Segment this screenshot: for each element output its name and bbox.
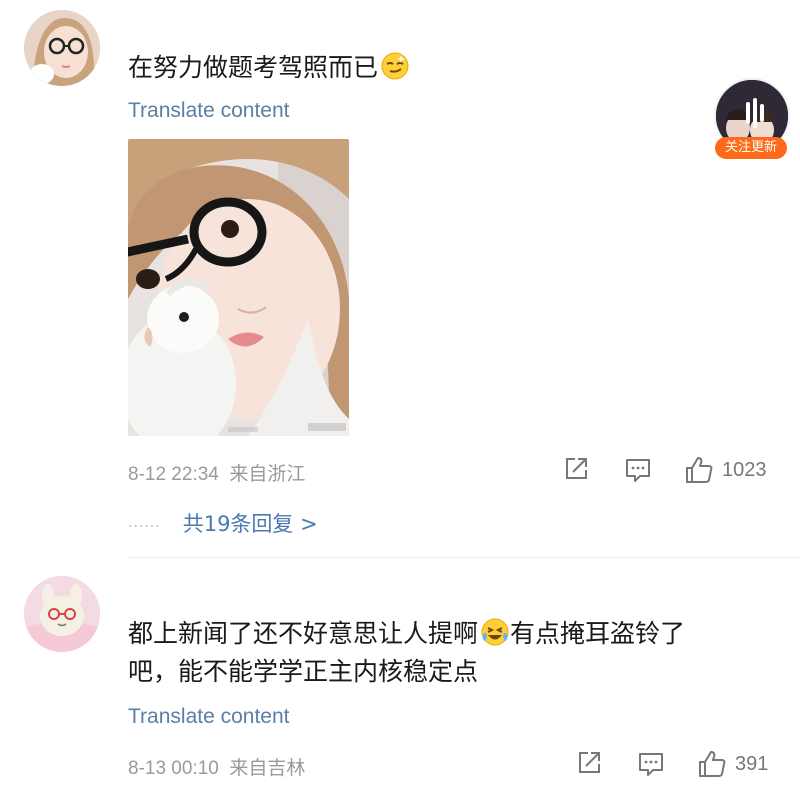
commenter-avatar[interactable] bbox=[24, 576, 100, 652]
like-button[interactable]: 391 bbox=[697, 749, 768, 779]
comment-divider bbox=[128, 557, 800, 558]
smirk-emoji-icon bbox=[381, 52, 409, 80]
location: 来自浙江 bbox=[229, 464, 306, 485]
comment-meta: 8-13 00:10 来自吉林 bbox=[128, 753, 305, 780]
comment-icon bbox=[639, 753, 663, 776]
comment-icon bbox=[626, 459, 650, 482]
replies-dots: ...... bbox=[128, 515, 161, 531]
share-button[interactable] bbox=[576, 750, 602, 776]
like-count: 391 bbox=[735, 752, 769, 775]
translate-link[interactable]: Translate content bbox=[128, 99, 289, 123]
view-replies-link[interactable]: ...... 共19条回复 > bbox=[128, 508, 318, 538]
commenter-avatar[interactable] bbox=[24, 10, 100, 86]
comment-button[interactable] bbox=[637, 750, 665, 778]
timestamp: 8-12 22:34 bbox=[128, 464, 219, 485]
follow-update-widget[interactable]: 关注更新 bbox=[714, 78, 790, 162]
share-icon bbox=[579, 752, 600, 773]
laughing-crying-emoji-icon bbox=[481, 618, 509, 646]
translate-link[interactable]: Translate content bbox=[128, 705, 289, 729]
timestamp: 8-13 00:10 bbox=[128, 758, 219, 779]
follow-update-badge[interactable]: 关注更新 bbox=[715, 137, 787, 159]
comment-text: 都上新闻了还不好意思让人提啊 有点掩耳盗铃了 吧，能不能学学正主内核稳定点 bbox=[128, 618, 686, 686]
like-button[interactable]: 1023 bbox=[684, 455, 767, 485]
comment-photo[interactable] bbox=[128, 139, 349, 436]
replies-label: 共19条回复 > bbox=[182, 512, 318, 536]
location: 来自吉林 bbox=[229, 758, 306, 779]
comment-meta: 8-12 22:34 来自浙江 bbox=[128, 459, 305, 486]
share-icon bbox=[566, 458, 587, 479]
comment-text: 在努力做题考驾照而已 bbox=[128, 49, 410, 87]
like-count: 1023 bbox=[722, 458, 767, 481]
share-button[interactable] bbox=[563, 456, 589, 482]
thumbs-up-icon bbox=[699, 751, 726, 777]
thumbs-up-icon bbox=[686, 457, 713, 483]
comment-button[interactable] bbox=[624, 456, 652, 484]
